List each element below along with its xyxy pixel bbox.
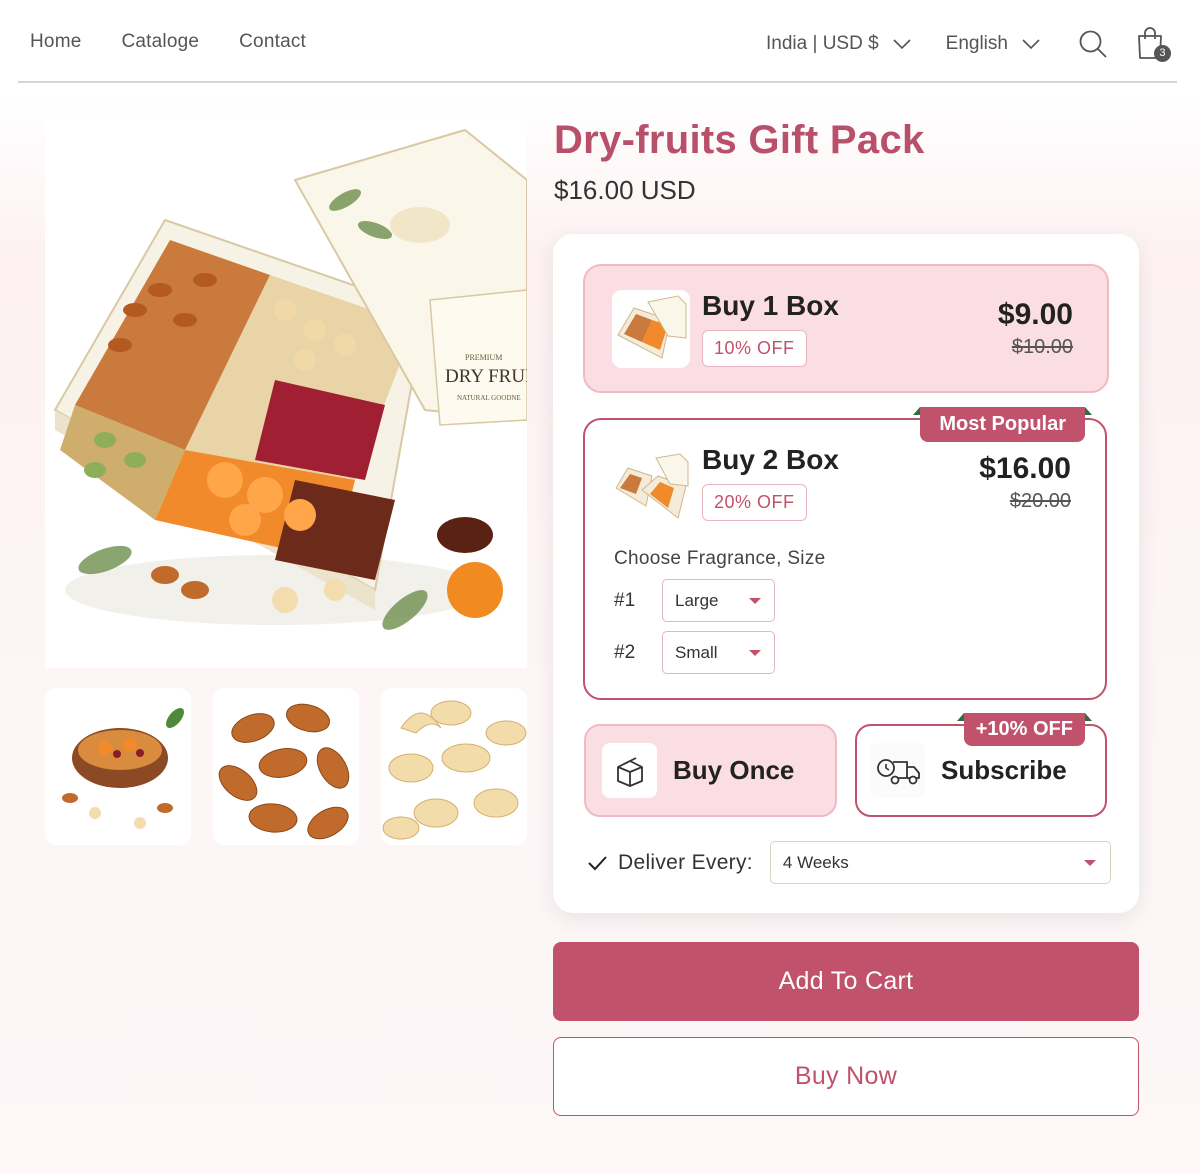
box-icon-wrap (602, 743, 657, 798)
bundle-option-1[interactable]: Buy 1 Box 10% OFF $9.00 $10.00 (583, 264, 1109, 393)
delivery-truck-icon (876, 758, 920, 784)
nav-cataloge[interactable]: Cataloge (121, 31, 199, 53)
variant-select-value: Small (675, 642, 718, 662)
delivery-frequency-select[interactable]: 4 Weeks (769, 841, 1111, 884)
language-selector[interactable]: English (946, 33, 1040, 55)
truck-icon-wrap (870, 743, 925, 798)
thumbnail-almonds[interactable] (213, 688, 359, 845)
bundle-thumbnail (612, 448, 690, 526)
buy-once-option[interactable]: Buy Once (584, 724, 837, 817)
bundle-option-2[interactable]: Most Popular Buy 2 Box 20% OFF $16.00 $2… (583, 407, 1107, 700)
delivery-row: Deliver Every: 4 Weeks (587, 841, 1111, 884)
bundle-name: Buy 2 Box (702, 444, 839, 475)
site-header: Home Cataloge Contact India | USD $ Engl… (18, 0, 1177, 83)
bundle-name: Buy 1 Box (702, 290, 839, 321)
box-icon (616, 756, 643, 787)
caret-down-icon (1083, 859, 1096, 866)
header-tools: India | USD $ English 3 (766, 26, 1171, 62)
language-label: English (945, 33, 1008, 54)
thumbnail-cashews[interactable] (381, 688, 527, 845)
bundle-price: $16.00 (979, 452, 1071, 485)
bundle-price: $9.00 (997, 298, 1073, 331)
product-title: Dry-fruits Gift Pack (554, 118, 925, 162)
bundle-thumbnail (612, 290, 690, 368)
chevron-down-icon (893, 39, 911, 49)
delivery-label: Deliver Every: (618, 850, 753, 874)
nav-contact[interactable]: Contact (239, 31, 306, 53)
buy-once-label: Buy Once (673, 755, 795, 785)
box-label-sub: NATURAL GOODNE (457, 394, 521, 402)
product-price: $16.00 USD (554, 175, 696, 205)
variant-select-1[interactable]: Large (662, 579, 775, 622)
search-button[interactable] (1078, 29, 1108, 59)
product-main-image[interactable]: PREMIUM DRY FRUI NATURAL GOODNE (45, 120, 527, 668)
variant-row-2: #2 Small (614, 631, 775, 674)
variant-number: #2 (614, 641, 636, 663)
cart-button[interactable]: 3 (1136, 26, 1171, 62)
chevron-down-icon (1022, 39, 1040, 49)
nav-home[interactable]: Home (30, 31, 81, 53)
caret-down-icon (749, 649, 761, 656)
box-label-main: DRY FRUI (445, 366, 527, 387)
bundle-old-price: $10.00 (1011, 336, 1073, 358)
subscribe-label: Subscribe (941, 755, 1067, 785)
thumbnail-mixed-nuts[interactable] (45, 688, 191, 845)
variant-select-value: Large (675, 590, 719, 610)
checkmark-icon (588, 855, 607, 870)
bundle-old-price: $20.00 (1009, 490, 1071, 512)
offer-card: Buy 1 Box 10% OFF $9.00 $10.00 Most Popu… (553, 234, 1139, 913)
subscribe-option[interactable]: +10% OFF Subscribe (855, 713, 1107, 817)
discount-badge: 20% OFF (702, 484, 807, 521)
delivery-frequency-value: 4 Weeks (782, 852, 849, 872)
variant-select-2[interactable]: Small (662, 631, 775, 674)
main-nav: Home Cataloge Contact (30, 31, 306, 53)
most-popular-tag: Most Popular (913, 407, 1092, 442)
buy-now-button[interactable]: Buy Now (553, 1037, 1139, 1116)
box-label-top: PREMIUM (465, 353, 502, 362)
search-icon (1079, 30, 1107, 58)
region-label: India | USD $ (766, 33, 879, 54)
subscribe-discount-tag: +10% OFF (956, 713, 1093, 746)
variant-number: #1 (614, 589, 636, 611)
add-to-cart-button[interactable]: Add To Cart (553, 942, 1139, 1021)
region-selector[interactable]: India | USD $ (766, 33, 911, 55)
variant-label: Choose Fragrance, Size (614, 548, 826, 569)
cart-count-badge: 3 (1153, 45, 1171, 62)
variant-row-1: #1 Large (614, 579, 775, 622)
caret-down-icon (749, 597, 761, 604)
discount-badge: 10% OFF (702, 330, 807, 367)
